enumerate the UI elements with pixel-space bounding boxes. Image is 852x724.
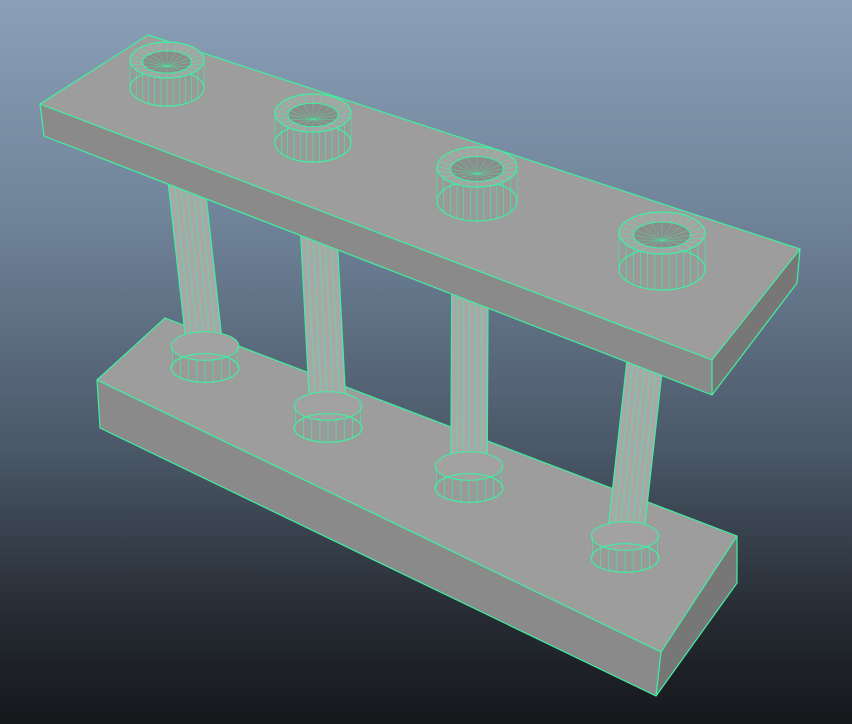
3d-viewport[interactable] xyxy=(0,0,852,724)
post-collar-top xyxy=(434,451,504,481)
socket-cap-2[interactable] xyxy=(274,93,352,163)
post-collar-top xyxy=(170,331,240,361)
post-collar-top xyxy=(590,521,660,551)
socket-cap-1[interactable] xyxy=(129,41,205,107)
post-collar-top xyxy=(293,391,363,421)
scene-canvas[interactable] xyxy=(0,0,852,724)
socket-cap-4[interactable] xyxy=(618,211,706,291)
socket-cap-3[interactable] xyxy=(436,146,518,222)
